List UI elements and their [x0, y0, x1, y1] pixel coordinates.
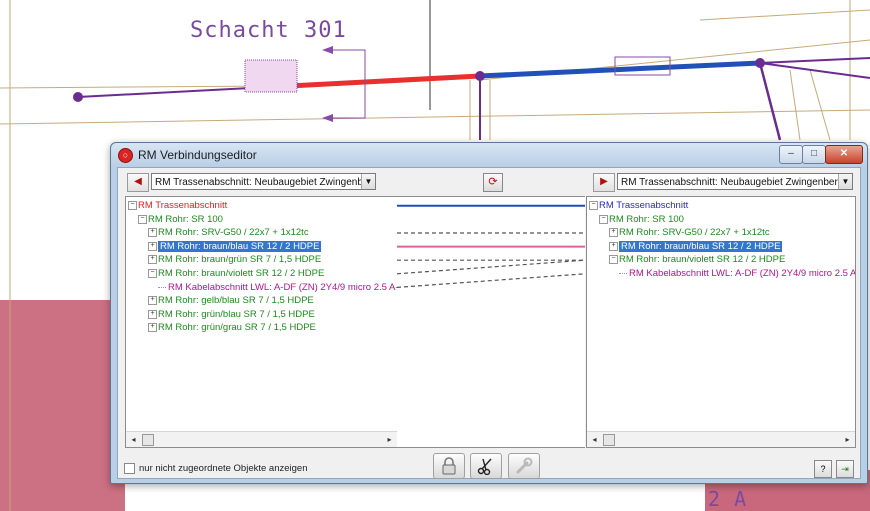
tree-node[interactable]: RM Kabelabschnitt LWL: A-DF (ZN) 2Y4/9 m…	[128, 281, 398, 295]
title-bar[interactable]: ○ RM Verbindungseditor – □ ✕	[111, 143, 867, 167]
chevron-down-icon[interactable]: ▼	[838, 174, 852, 189]
tree-node-label: RM Rohr: SR 100	[148, 213, 223, 225]
maximize-button[interactable]: □	[802, 145, 826, 164]
expand-icon[interactable]: +	[609, 241, 618, 251]
dialog-client-area: ◀ RM Trassenabschnitt: Neubaugebiet Zwin…	[117, 167, 861, 479]
area-label: 2 A	[708, 487, 748, 511]
expand-icon[interactable]: +	[148, 296, 157, 306]
tree-node[interactable]: RM Kabelabschnitt LWL: A-DF (ZN) 2Y4/9 m…	[589, 267, 856, 281]
shaft-label: Schacht 301	[190, 18, 347, 43]
window-title: RM Verbindungseditor	[138, 148, 257, 162]
scroll-left-icon[interactable]: ◂	[587, 432, 602, 447]
scroll-right-icon[interactable]: ▸	[840, 432, 855, 447]
tree-node-label: RM Rohr: grün/grau SR 7 / 1,5 HDPE	[158, 322, 316, 334]
connection-lines	[397, 204, 585, 288]
scissors-icon	[477, 458, 492, 476]
tree-node[interactable]: − RM Rohr: braun/violett SR 12 / 2 HDPE	[589, 253, 855, 267]
tree-node-label: RM Rohr: braun/grün SR 7 / 1,5 HDPE	[158, 254, 322, 266]
right-tree: − RM Trassenabschnitt − RM Rohr: SR 100 + RM …	[589, 199, 856, 281]
tree-node[interactable]: + RM Rohr: SRV-G50 / 22x7 + 1x12tc	[128, 226, 397, 240]
tree-node[interactable]: + RM Rohr: braun/blau SR 12 / 2 HDPE	[128, 240, 397, 254]
tree-node-label: RM Rohr: braun/violett SR 12 / 2 HDPE	[619, 254, 786, 266]
expand-icon[interactable]: +	[148, 323, 157, 333]
expand-icon[interactable]: +	[148, 309, 157, 319]
tree-node[interactable]: − RM Trassenabschnitt	[128, 199, 397, 213]
tree-node-label: RM Rohr: braun/violett SR 12 / 2 HDPE	[158, 267, 325, 279]
exit-icon[interactable]: ⇥	[836, 460, 854, 478]
cut-button[interactable]	[470, 453, 502, 479]
tree-node[interactable]: + RM Rohr: braun/grün SR 7 / 1,5 HDPE	[128, 253, 397, 267]
connection-line[interactable]	[397, 273, 585, 288]
chevron-down-icon[interactable]: ▼	[361, 174, 375, 189]
help-icon[interactable]: ?	[814, 460, 832, 478]
tree-node-label: RM Kabelabschnitt LWL: A-DF (ZN) 2Y4/9 m…	[629, 267, 856, 279]
tree-node-label: RM Rohr: gelb/blau SR 7 / 1,5 HDPE	[158, 295, 314, 307]
collapse-icon[interactable]: −	[128, 200, 137, 210]
lock-button[interactable]	[433, 453, 465, 479]
tree-node-label: RM Trassenabschnitt	[599, 200, 689, 211]
tree-node[interactable]: + RM Rohr: grün/grau SR 7 / 1,5 HDPE	[128, 321, 397, 335]
left-tree-panel[interactable]: − RM Trassenabschnitt − RM Rohr: SR 100 + RM …	[125, 196, 398, 448]
tree-node[interactable]: − RM Rohr: braun/violett SR 12 / 2 HDPE	[128, 267, 397, 281]
scroll-thumb[interactable]	[603, 434, 615, 446]
right-section-combo[interactable]: RM Trassenabschnitt: Neubaugebiet Zwinge…	[617, 173, 853, 190]
tree-node-label: RM Rohr: grün/blau SR 7 / 1,5 HDPE	[158, 308, 315, 320]
minimize-button[interactable]: –	[779, 145, 803, 164]
tree-connector	[619, 272, 627, 274]
tree-node-label: RM Rohr: braun/blau SR 12 / 2 HDPE	[158, 240, 322, 252]
expand-icon[interactable]: +	[148, 241, 157, 251]
tree-node[interactable]: − RM Trassenabschnitt	[589, 199, 855, 213]
shaft-box	[244, 59, 298, 93]
scroll-thumb[interactable]	[142, 434, 154, 446]
tree-node-label: RM Rohr: SR 100	[609, 213, 684, 225]
right-combo-value: RM Trassenabschnitt: Neubaugebiet Zwinge…	[621, 177, 852, 188]
tree-node[interactable]: − RM Rohr: SR 100	[128, 213, 397, 227]
collapse-icon[interactable]: −	[138, 214, 147, 224]
connection-panel	[397, 196, 585, 448]
arrow-right-icon[interactable]: ▶	[593, 173, 615, 192]
tree-node[interactable]: + RM Rohr: gelb/blau SR 7 / 1,5 HDPE	[128, 294, 397, 308]
collapse-icon[interactable]: −	[599, 214, 608, 224]
tree-node[interactable]: + RM Rohr: SRV-G50 / 22x7 + 1x12tc	[589, 226, 855, 240]
scroll-left-icon[interactable]: ◂	[126, 432, 141, 447]
tree-node-label: RM Rohr: SRV-G50 / 22x7 + 1x12tc	[619, 227, 770, 239]
tree-node[interactable]: − RM Rohr: SR 100	[589, 213, 855, 227]
rm-app-icon: ○	[118, 148, 133, 163]
lock-icon	[442, 457, 456, 475]
connection-editor-window: ○ RM Verbindungseditor – □ ✕ ◀ RM Trasse…	[110, 142, 868, 484]
right-horizontal-scrollbar[interactable]: ◂ ▸	[587, 431, 855, 447]
scroll-right-icon[interactable]: ▸	[382, 432, 397, 447]
collapse-icon[interactable]: −	[589, 200, 598, 210]
tree-node-label: RM Rohr: braun/blau SR 12 / 2 HDPE	[619, 240, 783, 252]
left-section-combo[interactable]: RM Trassenabschnitt: Neubaugebiet Zwinge…	[151, 173, 376, 190]
arrow-left-icon[interactable]: ◀	[127, 173, 149, 192]
connection-line[interactable]	[397, 259, 585, 275]
unassigned-only-checkbox[interactable]	[124, 463, 135, 474]
tree-connector	[158, 286, 166, 288]
tree-node-label: RM Rohr: SRV-G50 / 22x7 + 1x12tc	[158, 227, 309, 239]
close-button[interactable]: ✕	[825, 145, 863, 164]
collapse-icon[interactable]: −	[148, 268, 157, 278]
expand-icon[interactable]: +	[148, 228, 157, 238]
unassigned-only-option[interactable]: nur nicht zugeordnete Objekte anzeigen	[124, 463, 307, 474]
left-tree: − RM Trassenabschnitt − RM Rohr: SR 100 + RM …	[128, 199, 398, 335]
tree-node-label: RM Trassenabschnitt	[138, 200, 228, 211]
refresh-icon[interactable]: ⟳	[483, 173, 503, 192]
tree-node-label: RM Kabelabschnitt LWL: A-DF (ZN) 2Y4/9 m…	[168, 281, 398, 293]
left-horizontal-scrollbar[interactable]: ◂ ▸	[126, 431, 397, 447]
wrench-icon	[516, 457, 533, 474]
collapse-icon[interactable]: −	[609, 255, 618, 265]
expand-icon[interactable]: +	[148, 255, 157, 265]
left-parcel-area	[0, 300, 125, 511]
unassigned-only-label: nur nicht zugeordnete Objekte anzeigen	[139, 463, 308, 475]
left-combo-value: RM Trassenabschnitt: Neubaugebiet Zwinge…	[155, 177, 376, 188]
tree-node[interactable]: + RM Rohr: braun/blau SR 12 / 2 HDPE	[589, 240, 855, 254]
right-tree-panel[interactable]: − RM Trassenabschnitt − RM Rohr: SR 100 + RM …	[586, 196, 856, 448]
expand-icon[interactable]: +	[609, 228, 618, 238]
wrench-button[interactable]	[508, 453, 540, 479]
tree-node[interactable]: + RM Rohr: grün/blau SR 7 / 1,5 HDPE	[128, 308, 397, 322]
